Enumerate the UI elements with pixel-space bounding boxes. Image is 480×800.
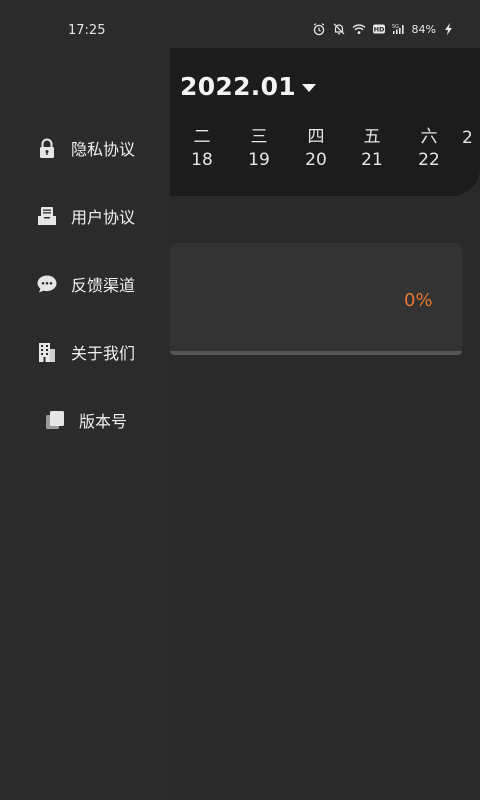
status-bar: 17:25 HD 5G 84% xyxy=(0,0,480,48)
copy-pages-icon xyxy=(44,409,66,431)
day-of-week: 二 xyxy=(193,127,211,147)
day-cell[interactable]: 三 19 xyxy=(239,126,279,172)
charging-icon xyxy=(442,22,456,36)
progress-percent: 0% xyxy=(404,290,433,311)
menu-item-label: 用户协议 xyxy=(71,208,136,227)
day-of-week: 六 xyxy=(420,127,438,147)
day-date: 18 xyxy=(191,150,213,170)
day-cell[interactable]: 六 22 xyxy=(409,126,449,172)
hd-icon: HD xyxy=(372,22,386,36)
day-date: 20 xyxy=(305,150,327,170)
progress-track xyxy=(170,351,462,355)
svg-text:HD: HD xyxy=(373,26,384,34)
menu-item-label: 版本号 xyxy=(79,412,128,431)
menu-item-label: 隐私协议 xyxy=(71,140,136,159)
chevron-down-icon xyxy=(301,83,316,92)
menu-item-feedback[interactable]: 反馈渠道 xyxy=(0,264,170,304)
menu-item-version[interactable]: 版本号 xyxy=(0,400,170,440)
document-tray-icon xyxy=(36,205,58,227)
side-drawer: 隐私协议 用户协议 反馈渠道 关于我们 版本号 xyxy=(0,0,170,800)
day-cell[interactable]: 四 20 xyxy=(296,126,336,172)
day-of-week: 五 xyxy=(363,127,381,147)
chat-bubble-icon xyxy=(36,273,58,295)
day-cell[interactable]: 五 21 xyxy=(352,126,392,172)
menu-item-label: 反馈渠道 xyxy=(71,276,136,295)
status-time: 17:25 xyxy=(68,23,106,38)
alarm-icon xyxy=(312,22,326,36)
month-label: 2022.01 xyxy=(180,72,296,101)
menu-item-label: 关于我们 xyxy=(71,344,136,363)
day-date: 22 xyxy=(418,150,440,170)
menu-item-privacy[interactable]: 隐私协议 xyxy=(0,128,170,168)
day-date: 19 xyxy=(248,150,270,170)
signal-icon: 5G xyxy=(392,22,406,36)
wifi-icon xyxy=(352,22,366,36)
day-cell[interactable]: 二 18 xyxy=(182,126,222,172)
day-of-week: 四 xyxy=(307,127,325,147)
day-of-week: 三 xyxy=(250,127,268,147)
svg-text:5G: 5G xyxy=(392,24,399,30)
menu-item-about-us[interactable]: 关于我们 xyxy=(0,332,170,372)
day-date: 2 xyxy=(462,128,473,148)
day-date: 21 xyxy=(361,150,383,170)
month-selector[interactable]: 2022.01 xyxy=(180,72,316,101)
battery-text: 84% xyxy=(411,22,436,36)
lock-icon xyxy=(36,137,58,159)
menu-item-user-agreement[interactable]: 用户协议 xyxy=(0,196,170,236)
day-cell-partial[interactable]: 2 xyxy=(462,126,480,150)
status-icons: HD 5G 84% xyxy=(312,22,456,36)
bell-off-icon xyxy=(332,22,346,36)
building-icon xyxy=(36,341,58,363)
